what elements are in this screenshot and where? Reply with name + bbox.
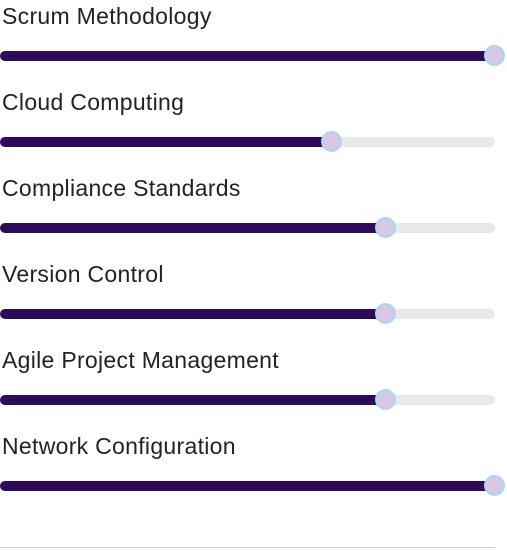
- skill-label: Version Control: [2, 261, 164, 287]
- slider-track: [0, 309, 495, 319]
- skill-slider[interactable]: [0, 216, 507, 240]
- skill-item: Version Control: [0, 258, 507, 344]
- skill-item: Network Configuration: [0, 430, 507, 516]
- slider-fill: [0, 309, 387, 319]
- skill-item: Compliance Standards: [0, 172, 507, 258]
- skill-label: Scrum Methodology: [2, 3, 212, 29]
- slider-fill: [0, 395, 387, 405]
- slider-track: [0, 51, 495, 61]
- slider-thumb[interactable]: [484, 475, 505, 496]
- slider-thumb[interactable]: [375, 303, 397, 324]
- slider-fill: [0, 223, 387, 233]
- skill-item: Scrum Methodology: [0, 0, 507, 86]
- skill-slider[interactable]: [0, 44, 507, 68]
- skill-slider[interactable]: [0, 388, 507, 412]
- slider-thumb[interactable]: [375, 389, 397, 410]
- skill-label: Compliance Standards: [2, 175, 241, 201]
- slider-track: [0, 223, 495, 233]
- divider: [0, 547, 495, 548]
- slider-thumb[interactable]: [375, 217, 397, 238]
- slider-fill: [0, 51, 495, 61]
- skill-item: Cloud Computing: [0, 86, 507, 172]
- skill-slider[interactable]: [0, 474, 507, 498]
- skill-label: Agile Project Management: [2, 347, 279, 373]
- skill-slider[interactable]: [0, 302, 507, 326]
- skill-slider[interactable]: [0, 130, 507, 154]
- slider-track: [0, 481, 495, 491]
- slider-thumb[interactable]: [320, 131, 342, 152]
- slider-track: [0, 137, 495, 147]
- skill-label: Cloud Computing: [2, 89, 185, 115]
- slider-track: [0, 395, 495, 405]
- skill-label: Network Configuration: [2, 433, 236, 459]
- slider-fill: [0, 137, 332, 147]
- skill-item: Agile Project Management: [0, 344, 507, 430]
- slider-fill: [0, 481, 495, 491]
- slider-thumb[interactable]: [484, 45, 505, 66]
